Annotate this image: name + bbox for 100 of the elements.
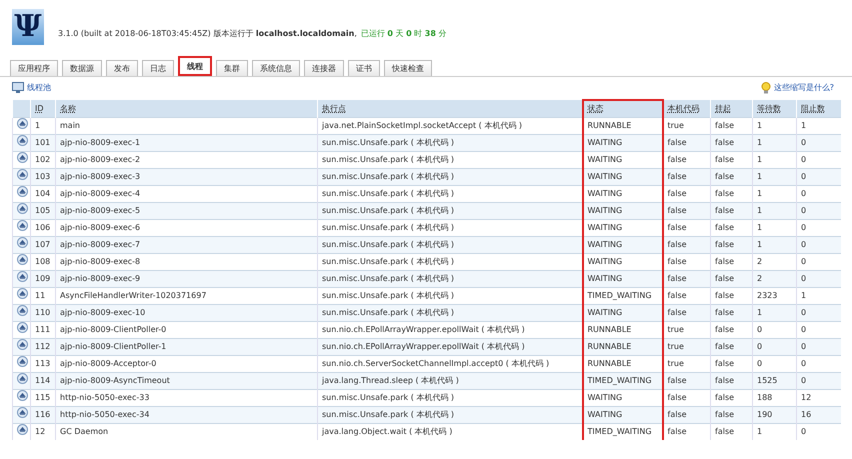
table-cell: 0 xyxy=(796,202,840,220)
column-header[interactable]: 阻止数 xyxy=(796,100,840,118)
table-cell: 1 xyxy=(752,424,796,440)
expand-icon[interactable] xyxy=(17,322,28,333)
nav-tab[interactable]: 日志 xyxy=(142,60,174,76)
table-cell: false xyxy=(710,406,752,424)
table-cell: false xyxy=(662,168,710,186)
table-cell: WAITING xyxy=(582,236,662,254)
table-cell: sun.nio.ch.EPollArrayWrapper.epollWait ( 本机代码 ) xyxy=(318,338,582,356)
table-cell: sun.misc.Unsafe.park ( 本机代码 ) xyxy=(318,236,582,254)
expand-icon[interactable] xyxy=(17,374,28,384)
expand-icon[interactable] xyxy=(17,390,28,401)
lightbulb-icon xyxy=(760,82,771,94)
table-cell: 12 xyxy=(30,424,56,440)
expand-icon[interactable] xyxy=(17,204,28,214)
app-logo: Ψ xyxy=(12,9,44,45)
table-cell: false xyxy=(662,304,710,322)
table-cell: http-nio-5050-exec-34 xyxy=(56,406,318,424)
table-cell: ajp-nio-8009-exec-3 xyxy=(56,168,318,186)
table-cell: 0 xyxy=(752,338,796,356)
table-cell: false xyxy=(710,168,752,186)
table-cell: sun.misc.Unsafe.park ( 本机代码 ) xyxy=(318,134,582,152)
nav-tab[interactable]: 线程 xyxy=(178,56,212,76)
table-cell: 0 xyxy=(796,372,840,390)
expand-icon[interactable] xyxy=(17,408,28,418)
expand-icon[interactable] xyxy=(17,170,28,180)
table-cell: WAITING xyxy=(582,270,662,288)
table-cell: 114 xyxy=(30,372,56,390)
table-cell: WAITING xyxy=(582,134,662,152)
expand-icon[interactable] xyxy=(17,136,28,146)
help-link[interactable]: 这些缩写是什么? xyxy=(760,82,834,94)
table-cell: TIMED_WAITING xyxy=(582,424,662,440)
table-cell: 16 xyxy=(796,406,840,424)
table-cell: 1 xyxy=(752,202,796,220)
column-header[interactable]: 名称 xyxy=(56,100,318,118)
expand-icon[interactable] xyxy=(17,356,28,367)
expand-icon[interactable] xyxy=(17,186,28,197)
nav-tab[interactable]: 系统信息 xyxy=(252,60,300,76)
table-cell: 0 xyxy=(796,424,840,440)
table-cell: 190 xyxy=(752,406,796,424)
table-cell: 0 xyxy=(796,168,840,186)
table-cell: false xyxy=(710,304,752,322)
expand-icon[interactable] xyxy=(17,118,28,129)
table-cell: 0 xyxy=(796,304,840,322)
table-cell: sun.misc.Unsafe.park ( 本机代码 ) xyxy=(318,168,582,186)
expand-icon[interactable] xyxy=(17,254,28,265)
monitor-icon xyxy=(12,82,24,93)
table-cell: ajp-nio-8009-ClientPoller-1 xyxy=(56,338,318,356)
uptime-text: 已运行 0 天 0 时 38 分 xyxy=(360,28,446,40)
nav-tab[interactable]: 发布 xyxy=(106,60,138,76)
table-cell: ajp-nio-8009-exec-5 xyxy=(56,202,318,220)
expand-icon[interactable] xyxy=(17,272,28,282)
table-cell: 1 xyxy=(752,134,796,152)
column-header[interactable]: ID xyxy=(30,100,56,118)
thread-pool-link[interactable]: 线程池 xyxy=(12,82,51,93)
table-cell: 105 xyxy=(30,202,56,220)
column-header[interactable]: 状态 xyxy=(582,100,662,118)
expand-icon[interactable] xyxy=(17,238,28,248)
table-cell: false xyxy=(710,338,752,356)
expand-icon[interactable] xyxy=(17,306,28,316)
nav-tab[interactable]: 应用程序 xyxy=(10,60,58,76)
table-cell: false xyxy=(710,134,752,152)
column-header[interactable]: 本机代码 xyxy=(662,100,710,118)
table-cell: sun.misc.Unsafe.park ( 本机代码 ) xyxy=(318,406,582,424)
table-cell: 1525 xyxy=(752,372,796,390)
table-cell: false xyxy=(662,406,710,424)
table-cell: false xyxy=(662,424,710,440)
nav-tab[interactable]: 证书 xyxy=(348,60,380,76)
nav-tab[interactable]: 数据源 xyxy=(62,60,102,76)
table-cell: false xyxy=(710,424,752,440)
table-cell: java.lang.Thread.sleep ( 本机代码 ) xyxy=(318,372,582,390)
table-cell: WAITING xyxy=(582,202,662,220)
expand-icon[interactable] xyxy=(17,288,28,299)
table-cell: WAITING xyxy=(582,406,662,424)
nav-tab[interactable]: 连接器 xyxy=(304,60,344,76)
table-cell: false xyxy=(710,372,752,390)
table-cell: false xyxy=(662,202,710,220)
expand-icon[interactable] xyxy=(17,152,28,163)
table-cell: false xyxy=(662,236,710,254)
table-cell: false xyxy=(710,202,752,220)
table-cell: false xyxy=(662,270,710,288)
column-header[interactable]: 挂起 xyxy=(710,100,752,118)
nav-tab[interactable]: 快速检查 xyxy=(384,60,432,76)
table-cell: TIMED_WAITING xyxy=(582,372,662,390)
column-header[interactable]: 等待数 xyxy=(752,100,796,118)
expand-icon[interactable] xyxy=(17,340,28,350)
version-text: 3.1.0 (built at 2018-06-18T03:45:45Z) 版本运行于 localhost.localdomain, xyxy=(58,28,357,40)
nav-tab[interactable]: 集群 xyxy=(216,60,248,76)
expand-icon[interactable] xyxy=(17,424,28,435)
table-cell: false xyxy=(710,236,752,254)
table-cell: 103 xyxy=(30,168,56,186)
table-cell: WAITING xyxy=(582,168,662,186)
table-cell: 2 xyxy=(752,270,796,288)
table-cell: 0 xyxy=(796,236,840,254)
column-header[interactable]: 执行点 xyxy=(318,100,582,118)
table-cell: 1 xyxy=(752,304,796,322)
table-cell: false xyxy=(662,372,710,390)
expand-icon[interactable] xyxy=(17,220,28,231)
table-cell: ajp-nio-8009-exec-9 xyxy=(56,270,318,288)
table-cell: 101 xyxy=(30,134,56,152)
